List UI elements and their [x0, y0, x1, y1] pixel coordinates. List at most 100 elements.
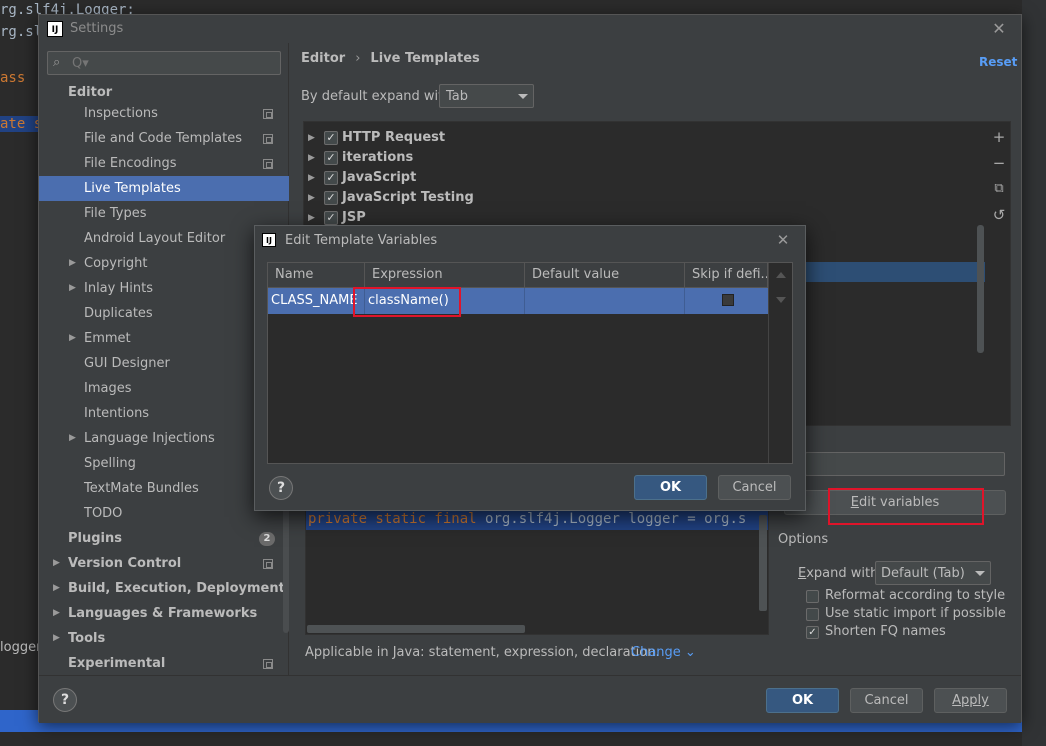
expand-with-select[interactable]: Default (Tab)	[875, 561, 991, 585]
template-text-editor[interactable]: private static final org.slf4j.Logger lo…	[305, 507, 769, 635]
nav-android-layout-editor[interactable]: Android Layout Editor	[39, 226, 289, 251]
ok-button[interactable]: OK	[766, 688, 839, 713]
template-group-row[interactable]: ▶ ✓ iterations	[304, 148, 1010, 168]
expand-arrow-icon[interactable]: ▶	[308, 168, 315, 188]
column-header-skip[interactable]: Skip if defi...	[685, 263, 768, 288]
breadcrumb-live-templates: Live Templates	[370, 51, 480, 66]
nav-textmate-bundles[interactable]: TextMate Bundles	[39, 476, 289, 501]
code-vertical-scrollbar[interactable]	[759, 515, 767, 611]
table-row[interactable]: CLASS_NAME className()	[268, 288, 768, 314]
change-contexts-link[interactable]: Change ⌄	[631, 645, 696, 660]
nav-label: Inlay Hints	[84, 281, 153, 296]
default-expand-select[interactable]: Tab	[439, 84, 534, 108]
nav-build-execution[interactable]: ▶ Build, Execution, Deployment	[39, 576, 289, 601]
group-checkbox[interactable]: ✓	[324, 151, 338, 165]
expand-arrow-icon: ▶	[69, 258, 76, 268]
expand-arrow-icon[interactable]: ▶	[308, 128, 315, 148]
checkbox[interactable]	[806, 608, 819, 621]
scroll-up-icon[interactable]	[776, 272, 786, 278]
template-tree-scrollbar[interactable]	[977, 225, 984, 353]
project-scope-icon	[263, 134, 273, 144]
cell-default-value[interactable]	[525, 288, 685, 314]
project-scope-icon	[263, 559, 273, 569]
edit-template-variables-dialog: IJ Edit Template Variables ✕ Name Expres…	[254, 225, 806, 511]
nav-tools[interactable]: ▶ Tools	[39, 626, 289, 651]
settings-sidebar: ⌕ Editor Inspections File and Code Templ…	[39, 43, 289, 723]
group-name: iterations	[342, 150, 414, 165]
nav-language-injections[interactable]: ▶ Language Injections	[39, 426, 289, 451]
nav-emmet[interactable]: ▶ Emmet	[39, 326, 289, 351]
nav-spelling[interactable]: Spelling	[39, 451, 289, 476]
add-icon[interactable]: +	[989, 127, 1009, 147]
nav-label: Live Templates	[84, 181, 181, 196]
nav-live-templates[interactable]: Live Templates	[39, 176, 289, 201]
column-header-expression[interactable]: Expression	[365, 263, 525, 288]
reset-link[interactable]: Reset	[979, 55, 1017, 69]
restore-icon[interactable]: ↺	[989, 205, 1009, 225]
nav-languages-frameworks[interactable]: ▶ Languages & Frameworks	[39, 601, 289, 626]
nav-label: Language Injections	[84, 431, 215, 446]
group-name: JavaScript Testing	[342, 190, 474, 205]
settings-search[interactable]: ⌕	[47, 51, 281, 75]
nav-file-code-templates[interactable]: File and Code Templates	[39, 126, 289, 151]
dialog-title: Edit Template Variables	[285, 233, 438, 248]
nav-copyright[interactable]: ▶ Copyright	[39, 251, 289, 276]
breadcrumb-editor[interactable]: Editor	[301, 51, 345, 66]
group-checkbox[interactable]: ✓	[324, 191, 338, 205]
nav-file-encodings[interactable]: File Encodings	[39, 151, 289, 176]
nav-version-control[interactable]: ▶ Version Control	[39, 551, 289, 576]
mnemonic: E	[798, 566, 807, 581]
scroll-down-icon[interactable]	[776, 297, 786, 303]
nav-file-types[interactable]: File Types	[39, 201, 289, 226]
checkbox[interactable]	[806, 590, 819, 603]
description-input[interactable]	[805, 452, 1005, 476]
close-window-button[interactable]: ✕	[989, 19, 1009, 39]
search-input[interactable]	[72, 53, 277, 73]
expand-arrow-icon[interactable]: ▶	[308, 188, 315, 208]
options-title: Options	[778, 532, 829, 547]
nav-plugins[interactable]: Plugins 2	[39, 526, 289, 551]
skip-if-defined-checkbox[interactable]	[722, 294, 734, 306]
table-header: Name Expression Default value Skip if de…	[268, 263, 768, 288]
cancel-button[interactable]: Cancel	[850, 688, 923, 713]
nav-label: Intentions	[84, 406, 150, 421]
remove-icon[interactable]: −	[989, 153, 1009, 173]
template-code-line: private static final org.slf4j.Logger lo…	[308, 511, 746, 527]
nav-inspections[interactable]: Inspections	[39, 101, 289, 126]
expand-arrow-icon: ▶	[69, 333, 76, 343]
group-checkbox[interactable]: ✓	[324, 171, 338, 185]
code-horizontal-scrollbar[interactable]	[307, 625, 525, 633]
dialog-ok-button[interactable]: OK	[634, 475, 707, 500]
column-header-default-value[interactable]: Default value	[525, 263, 685, 288]
template-group-row[interactable]: ▶ ✓ JavaScript	[304, 168, 1010, 188]
group-checkbox[interactable]: ✓	[324, 211, 338, 225]
cell-name[interactable]: CLASS_NAME	[268, 288, 365, 314]
template-group-row[interactable]: ▶ ✓ JavaScript Testing	[304, 188, 1010, 208]
nav-label: Tools	[68, 631, 106, 646]
nav-images[interactable]: Images	[39, 376, 289, 401]
code-text: org.slf4j.Logger logger = org.s	[485, 511, 747, 527]
group-checkbox[interactable]: ✓	[324, 131, 338, 145]
dialog-help-button[interactable]: ?	[269, 476, 293, 500]
nav-todo[interactable]: TODO	[39, 501, 289, 526]
template-group-row[interactable]: ▶ ✓ HTTP Request	[304, 128, 1010, 148]
nav-intentions[interactable]: Intentions	[39, 401, 289, 426]
checkbox[interactable]: ✓	[806, 626, 819, 639]
nav-inlay-hints[interactable]: ▶ Inlay Hints	[39, 276, 289, 301]
select-value: Default (Tab)	[881, 566, 965, 581]
nav-gui-designer[interactable]: GUI Designer	[39, 351, 289, 376]
breadcrumb-separator: ›	[355, 51, 361, 66]
variables-table[interactable]: Name Expression Default value Skip if de…	[267, 262, 793, 464]
nav-duplicates[interactable]: Duplicates	[39, 301, 289, 326]
column-header-name[interactable]: Name	[268, 263, 365, 288]
help-button[interactable]: ?	[53, 688, 77, 712]
apply-button[interactable]: Apply	[934, 688, 1007, 713]
nav-experimental[interactable]: Experimental	[39, 651, 289, 676]
close-dialog-button[interactable]: ✕	[773, 230, 793, 250]
nav-label: TODO	[84, 506, 123, 521]
copy-icon[interactable]: ⧉	[989, 179, 1009, 199]
dialog-cancel-button[interactable]: Cancel	[718, 475, 791, 500]
table-scrollbar[interactable]	[768, 263, 792, 463]
expand-with-option-label: Expand with	[798, 566, 878, 581]
expand-arrow-icon[interactable]: ▶	[308, 148, 315, 168]
